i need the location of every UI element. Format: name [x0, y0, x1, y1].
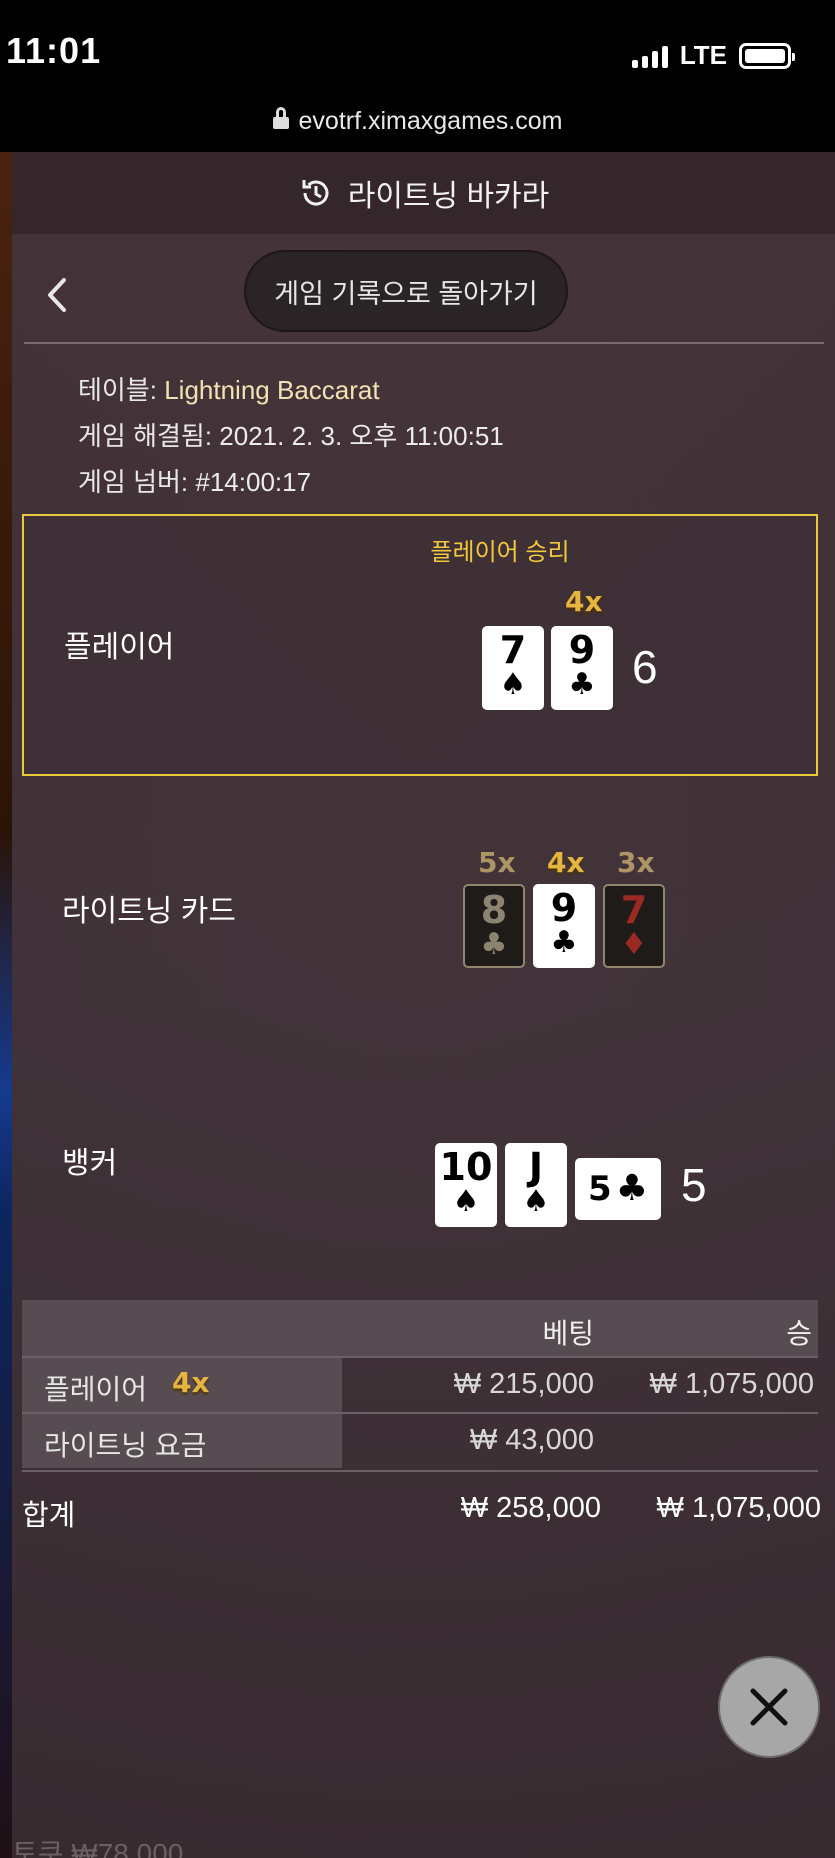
table-row-multiplier: 4x	[172, 1366, 210, 1399]
total-label: 합계	[22, 1500, 76, 1532]
spade-icon: ♠	[452, 1184, 480, 1219]
spade-icon: ♠	[499, 667, 527, 702]
signal-icon	[631, 44, 668, 68]
bet-column-header: 베팅	[542, 1318, 594, 1349]
info-game-number: 게임 넘버: #14:00:17	[78, 462, 311, 499]
url-bar[interactable]: evotrf.ximaxgames.com	[0, 90, 835, 152]
club-icon: ♣	[568, 667, 596, 702]
status-time: 11:01	[6, 30, 102, 71]
table-row-bet: ₩ 43,000	[469, 1424, 594, 1456]
game-background-strip	[0, 152, 12, 1858]
info-resolved-value: 2021. 2. 3. 오후 11:00:51	[219, 421, 504, 451]
lightning-card-1: 8 ♣	[463, 884, 525, 968]
table-row-name: 라이트닝 요금	[44, 1430, 207, 1461]
bets-table-header: 베팅 승	[22, 1300, 818, 1356]
card-rank: 9	[568, 628, 596, 672]
status-indicators: LTE	[631, 40, 795, 71]
info-number-value: #14:00:17	[195, 467, 312, 497]
player-multiplier: 4x	[565, 585, 603, 618]
info-table-value: Lightning Baccarat	[164, 375, 380, 405]
lightning-multiplier-1: 5x	[478, 846, 516, 879]
card-rank: 7	[499, 628, 527, 672]
battery-icon	[739, 42, 795, 69]
table-row-name: 플레이어	[44, 1374, 148, 1405]
table-row: 라이트닝 요금 ₩ 43,000	[22, 1414, 818, 1468]
card-rank: J	[528, 1145, 544, 1189]
card-rank: 8	[480, 888, 508, 932]
win-column-header: 승	[786, 1318, 812, 1349]
lock-icon	[272, 107, 289, 133]
club-icon: ♣	[480, 927, 508, 962]
player-card-1: 7 ♠	[482, 626, 544, 710]
player-card-2: 9 ♣	[551, 626, 613, 710]
card-rank: 10	[439, 1145, 493, 1189]
url-text: evotrf.ximaxgames.com	[298, 106, 563, 135]
info-number-label: 게임 넘버:	[78, 467, 189, 497]
back-to-history-button[interactable]: 게임 기록으로 돌아가기	[244, 250, 568, 332]
history-icon	[298, 175, 334, 211]
lightning-multiplier-2: 4x	[547, 846, 585, 879]
lightning-label: 라이트닝 카드	[62, 895, 236, 928]
banker-card-1: 10 ♠	[435, 1143, 497, 1227]
page-title: 라이트닝 바카라	[347, 180, 550, 213]
diamond-icon: ♦	[620, 927, 648, 962]
win-label: 플레이어 승리	[430, 539, 570, 566]
banker-label: 뱅커	[62, 1147, 118, 1180]
player-score: 6	[632, 641, 658, 693]
info-resolved-label: 게임 해결됨:	[78, 421, 213, 451]
table-divider	[22, 1470, 818, 1472]
lightning-card-3: 7 ♦	[603, 884, 665, 968]
game-history-panel: 라이트닝 바카라 게임 기록으로 돌아가기 테이블: Lightning Bac…	[12, 152, 835, 1858]
card-rank: 5	[588, 1169, 612, 1209]
background-balance-text: 토쿠 ₩78,000	[12, 1838, 184, 1858]
panel-header: 라이트닝 바카라	[12, 152, 835, 234]
spade-icon: ♠	[522, 1184, 550, 1219]
banker-score: 5	[681, 1159, 707, 1211]
lightning-multiplier-3: 3x	[617, 846, 655, 879]
total-win: ₩ 1,075,000	[656, 1492, 821, 1524]
close-button[interactable]	[718, 1656, 820, 1758]
info-table-label: 테이블:	[78, 375, 157, 405]
chevron-left-icon[interactable]	[38, 270, 78, 320]
club-icon: ♣	[550, 925, 578, 960]
close-icon	[750, 1688, 788, 1726]
info-table: 테이블: Lightning Baccarat	[78, 370, 380, 407]
info-resolved: 게임 해결됨: 2021. 2. 3. 오후 11:00:51	[78, 416, 504, 453]
card-rank: 7	[620, 888, 648, 932]
club-icon: ♣	[615, 1168, 648, 1209]
table-row-win: ₩ 1,075,000	[649, 1368, 814, 1400]
card-rank: 9	[550, 886, 578, 930]
divider	[24, 342, 824, 344]
banker-card-2: J ♠	[505, 1143, 567, 1227]
table-row: 플레이어 4x ₩ 215,000 ₩ 1,075,000	[22, 1358, 818, 1412]
banker-card-3: 5 ♣	[575, 1158, 661, 1220]
status-bar: 11:01 LTE	[0, 0, 835, 100]
network-type: LTE	[679, 40, 727, 70]
player-label: 플레이어	[64, 631, 175, 664]
total-bet: ₩ 258,000	[460, 1492, 601, 1524]
table-row-bet: ₩ 215,000	[453, 1368, 594, 1400]
lightning-card-2: 9 ♣	[533, 884, 595, 968]
